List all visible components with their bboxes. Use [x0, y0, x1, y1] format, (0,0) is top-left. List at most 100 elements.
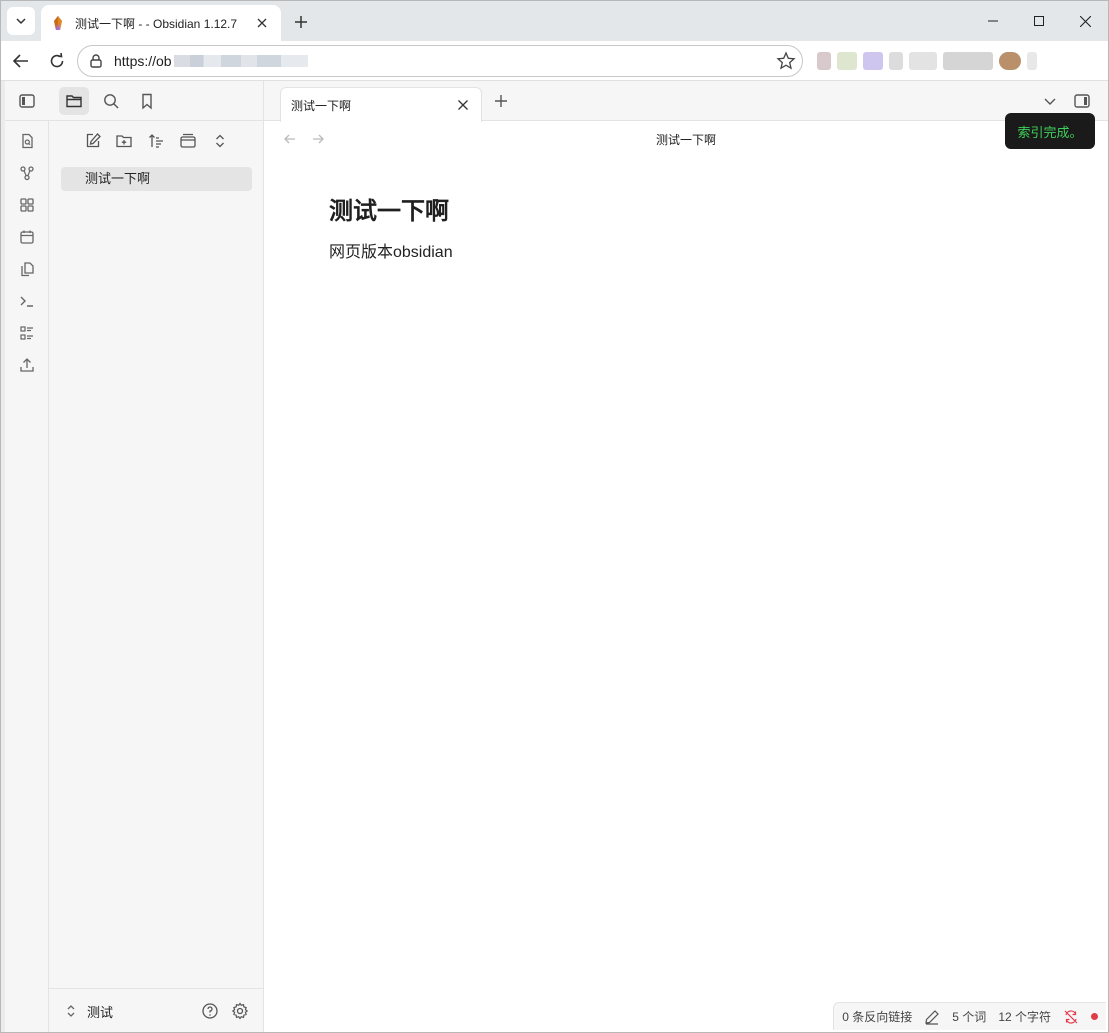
graph-view-button[interactable] — [13, 159, 41, 187]
status-dot — [1091, 1013, 1098, 1020]
new-note-tab-button[interactable] — [489, 89, 513, 113]
notice-toast[interactable]: 索引完成。 — [1005, 113, 1095, 149]
chevron-down-icon — [16, 18, 26, 25]
reload-icon — [50, 52, 64, 68]
profile-avatar[interactable] — [999, 52, 1021, 70]
browser-tab-title: 测试一下啊 - - Obsidian 1.12.7 — [75, 16, 238, 31]
tab-list-button[interactable] — [1038, 89, 1062, 113]
sync-status-button[interactable] — [1063, 1009, 1079, 1025]
workspace-tab-header: 测试一下啊 — [264, 81, 1108, 122]
toggle-left-sidebar-button[interactable] — [13, 87, 41, 115]
help-button[interactable] — [199, 1000, 221, 1022]
files-icon — [21, 262, 34, 277]
graph-icon — [20, 166, 34, 181]
window-controls — [970, 1, 1108, 41]
extension-icon[interactable] — [909, 52, 937, 70]
layout-grid-icon — [20, 198, 34, 212]
browser-window: 测试一下啊 - - Obsidian 1.12.7 https://ob 测试一… — [0, 0, 1109, 1033]
tab-search[interactable] — [96, 87, 126, 115]
gear-icon — [231, 1002, 249, 1020]
sync-off-icon — [1064, 1009, 1078, 1024]
chevrons-up-down-icon — [216, 134, 224, 148]
daily-note-button[interactable] — [13, 223, 41, 251]
url-text: https://ob — [114, 53, 172, 69]
back-button[interactable] — [7, 47, 35, 75]
command-palette-button[interactable] — [13, 287, 41, 315]
extension-icon[interactable] — [837, 52, 857, 70]
extension-icon[interactable] — [943, 52, 993, 70]
character-count: 12 个字符 — [998, 1010, 1051, 1024]
note-content[interactable]: 测试一下啊 网页版本obsidian — [329, 191, 453, 262]
reload-button[interactable] — [43, 47, 71, 75]
chevrons-up-down-icon — [67, 1005, 75, 1017]
folder-icon — [66, 95, 82, 108]
toggle-right-sidebar-button[interactable] — [1070, 89, 1094, 113]
extension-icon[interactable] — [1027, 52, 1037, 70]
bookmark-icon — [142, 93, 152, 110]
note-tab-title: 测试一下啊 — [291, 98, 352, 113]
view-header: 测试一下啊 — [264, 121, 1108, 157]
auto-reveal-button[interactable] — [174, 127, 202, 155]
calendar-icon — [20, 230, 34, 244]
close-icon[interactable] — [455, 97, 471, 113]
file-tree-item[interactable]: 测试一下啊 — [61, 167, 252, 191]
tab-bookmarks[interactable] — [132, 87, 162, 115]
maximize-button[interactable] — [1016, 1, 1062, 41]
sidebar-tab-header — [49, 81, 264, 121]
vault-switcher[interactable]: 测试 — [63, 1001, 113, 1021]
bookmark-star-icon[interactable] — [776, 51, 796, 71]
list-layout-icon — [20, 326, 33, 340]
workspace-main: 测试一下啊 测试一下啊 测试一下啊 网页版本obsidian — [264, 81, 1108, 1032]
ribbon — [1, 81, 53, 1032]
quick-switcher-button[interactable] — [13, 127, 41, 155]
note-heading: 测试一下啊 — [329, 198, 449, 225]
templates-button[interactable] — [13, 255, 41, 283]
sort-button[interactable] — [142, 127, 170, 155]
extension-icon[interactable] — [863, 52, 883, 70]
edit-icon — [86, 133, 101, 148]
browser-toolbar: https://ob — [1, 41, 1108, 81]
pencil-icon — [925, 1009, 940, 1025]
tab-files[interactable] — [59, 87, 89, 115]
obsidian-logo-icon — [54, 16, 62, 30]
view-header-title[interactable]: 测试一下啊 — [264, 131, 1108, 148]
file-search-icon — [22, 133, 33, 149]
minimize-button[interactable] — [970, 1, 1016, 41]
file-explorer-actions — [49, 127, 264, 157]
close-tab-icon[interactable] — [253, 14, 271, 32]
bases-button[interactable] — [13, 319, 41, 347]
canvas-button[interactable] — [13, 191, 41, 219]
folder-plus-icon — [116, 135, 132, 148]
browser-tab-strip: 测试一下啊 - - Obsidian 1.12.7 — [1, 1, 1108, 41]
minimize-icon — [988, 20, 998, 22]
sort-icon — [149, 134, 163, 148]
sidebar-left-icon — [19, 94, 35, 108]
settings-button[interactable] — [229, 1000, 251, 1022]
collapse-all-button[interactable] — [206, 127, 234, 155]
sidebar-right-icon — [1074, 94, 1090, 108]
site-info-icon[interactable] — [88, 53, 104, 69]
new-folder-button[interactable] — [110, 127, 138, 155]
extensions-area — [817, 49, 1077, 73]
edit-mode-toggle[interactable] — [924, 1009, 940, 1025]
help-circle-icon — [202, 1003, 218, 1019]
extension-icon[interactable] — [889, 52, 903, 70]
close-icon — [1079, 15, 1091, 27]
chevron-down-icon — [1044, 98, 1056, 105]
backlinks-count[interactable]: 0 条反向链接 — [842, 1008, 912, 1025]
address-bar[interactable]: https://ob — [77, 45, 803, 77]
extension-icon[interactable] — [817, 52, 831, 70]
publish-button[interactable] — [13, 351, 41, 379]
note-tab[interactable]: 测试一下啊 — [280, 87, 482, 122]
note-body-text: 网页版本obsidian — [329, 244, 453, 261]
new-note-button[interactable] — [79, 127, 107, 155]
arrow-left-icon — [12, 54, 28, 68]
maximize-icon — [1034, 16, 1044, 26]
close-window-button[interactable] — [1062, 1, 1108, 41]
status-bar: 0 条反向链接 5 个词 12 个字符 — [833, 1002, 1106, 1030]
word-count: 5 个词 — [952, 1010, 987, 1024]
browser-tab[interactable]: 测试一下啊 - - Obsidian 1.12.7 — [41, 5, 281, 41]
tab-search-button[interactable] — [7, 7, 35, 35]
new-tab-button[interactable] — [288, 9, 314, 35]
reveal-icon — [180, 133, 196, 148]
